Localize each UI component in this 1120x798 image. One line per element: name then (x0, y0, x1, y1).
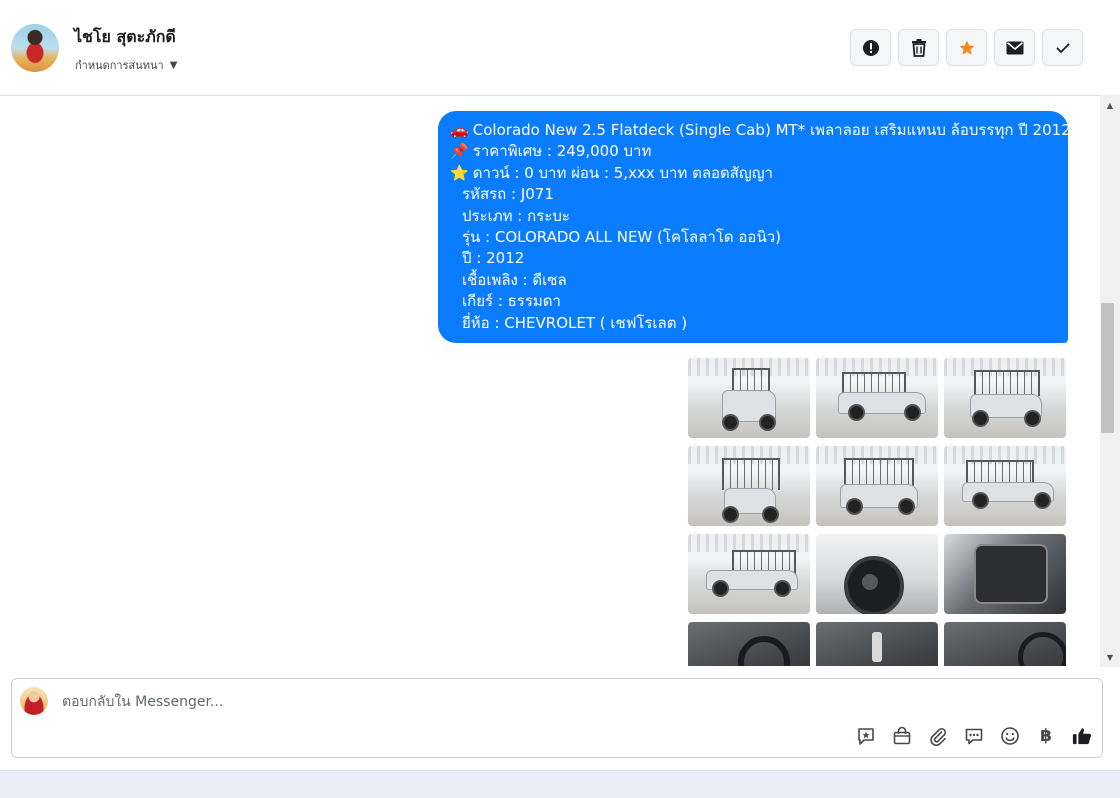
bottom-strip (0, 770, 1120, 798)
photo-truck-side[interactable] (688, 534, 810, 614)
photo-truck-front-quarter[interactable] (816, 446, 938, 526)
photo-truck-dashboard[interactable] (688, 622, 810, 666)
star-icon (958, 39, 976, 57)
message-line: รุ่น : COLORADO ALL NEW (โคโลลาโด ออนิว) (462, 228, 781, 247)
message-line: ประเภท : กระบะ (462, 206, 570, 225)
trash-icon (911, 38, 927, 57)
message-thread: 🚗 Colorado New 2.5 Flatdeck (Single Cab)… (0, 96, 1100, 666)
message-line: ⭐ ดาวน์ : 0 บาท ผ่อน : 5,xxx บาท ตลอดสัญ… (450, 163, 1056, 184)
reply-input[interactable] (60, 689, 844, 715)
composer-toolbar: ฿ (856, 725, 1092, 747)
scroll-up-arrow-icon[interactable]: ▲ (1100, 97, 1120, 113)
car-icon: 🚗 (450, 121, 469, 139)
mark-unread-button[interactable] (994, 29, 1035, 66)
star-button[interactable] (946, 29, 987, 66)
photo-truck-seat[interactable] (944, 622, 1066, 666)
photo-truck-door[interactable] (944, 534, 1066, 614)
saved-reply-icon[interactable] (856, 725, 876, 747)
envelope-icon (1006, 41, 1024, 55)
mark-done-button[interactable] (1042, 29, 1083, 66)
photo-truck-rear-quarter[interactable] (816, 358, 938, 438)
message-line: รหัสรถ : J071 (462, 185, 554, 204)
photo-truck-wheel[interactable] (816, 534, 938, 614)
thumbs-up-icon[interactable] (1072, 725, 1092, 747)
baht-icon[interactable]: ฿ (1036, 725, 1056, 747)
photo-truck-rear[interactable] (944, 358, 1066, 438)
emoji-icon[interactable] (1000, 725, 1020, 747)
message-line: ปี : 2012 (462, 249, 525, 268)
caret-down-icon: ▼ (169, 59, 178, 71)
conversation-settings-dropdown[interactable]: กำหนดการสนทนา ▼ (75, 56, 177, 74)
chat-bubble-icon[interactable] (964, 725, 984, 747)
conversation-settings-label: กำหนดการสนทนา (75, 59, 164, 72)
photo-truck-rear-close[interactable] (688, 446, 810, 526)
exclamation-icon (862, 39, 880, 57)
shop-icon[interactable] (892, 725, 912, 747)
photo-truck-front[interactable] (688, 358, 810, 438)
scroll-thumb[interactable] (1101, 303, 1114, 433)
star-emoji-icon: ⭐ (450, 163, 469, 182)
message-line: 📌 ราคาพิเศษ : 249,000 บาท (450, 141, 1056, 162)
message-bubble[interactable]: 🚗 Colorado New 2.5 Flatdeck (Single Cab)… (438, 111, 1071, 344)
conversation-header: ไชโย สุตะภักดี กำหนดการสนทนา ▼ (0, 0, 1100, 96)
page-avatar (20, 687, 48, 715)
photo-truck-side-rear[interactable] (944, 446, 1066, 526)
mark-spam-button[interactable] (850, 29, 891, 66)
pushpin-icon: 📌 (450, 142, 469, 161)
delete-button[interactable] (898, 29, 939, 66)
attach-icon[interactable] (928, 725, 948, 747)
thread-scrollbar[interactable]: ▲ ▼ (1100, 95, 1120, 667)
message-line: เกียร์ : ธรรมดา (462, 292, 561, 311)
contact-avatar[interactable] (11, 24, 59, 72)
checkmark-icon (1055, 42, 1071, 54)
message-line: ยี่ห้อ : CHEVROLET ( เชฟโรเลต ) (462, 313, 688, 332)
photo-attachments (688, 358, 1068, 666)
message-line: 🚗 Colorado New 2.5 Flatdeck (Single Cab)… (450, 120, 1071, 141)
message-line: เชื้อเพลิง : ดีเซล (462, 270, 567, 289)
reply-composer: ฿ (11, 678, 1103, 758)
scroll-down-arrow-icon[interactable]: ▼ (1100, 649, 1120, 665)
contact-name[interactable]: ไชโย สุตะภักดี (74, 25, 176, 50)
photo-truck-gearshift[interactable] (816, 622, 938, 666)
